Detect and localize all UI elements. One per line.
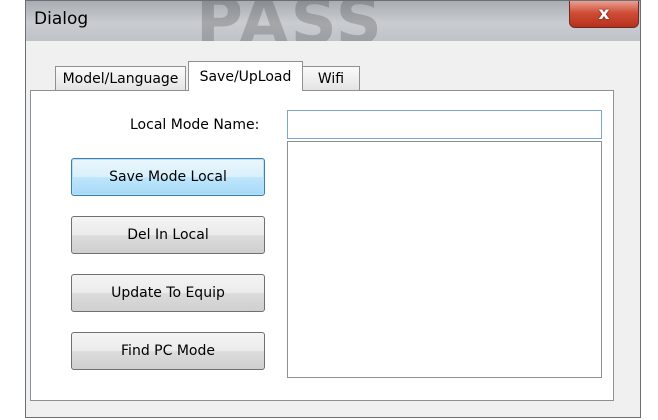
- local-mode-list[interactable]: [287, 141, 602, 378]
- tab-save-upload[interactable]: Save/UpLoad: [188, 61, 303, 91]
- del-in-local-button[interactable]: Del In Local: [71, 216, 265, 254]
- save-mode-local-button[interactable]: Save Mode Local: [71, 158, 265, 196]
- find-pc-mode-label: Find PC Mode: [121, 343, 215, 359]
- save-mode-local-label: Save Mode Local: [109, 169, 227, 185]
- local-mode-name-label: Local Mode Name:: [130, 117, 260, 133]
- title-bar[interactable]: PASS Dialog x: [26, 1, 640, 41]
- close-button[interactable]: x: [569, 1, 639, 28]
- del-in-local-label: Del In Local: [127, 227, 209, 243]
- tab-wifi-label: Wifi: [317, 70, 345, 87]
- tab-model-language-label: Model/Language: [62, 70, 179, 87]
- local-mode-name-input[interactable]: [287, 110, 602, 139]
- window-title: Dialog: [34, 9, 89, 29]
- title-watermark: PASS: [196, 1, 384, 41]
- close-icon: x: [598, 4, 610, 24]
- tab-model-language[interactable]: Model/Language: [55, 66, 186, 90]
- tab-wifi[interactable]: Wifi: [302, 66, 360, 90]
- find-pc-mode-button[interactable]: Find PC Mode: [71, 332, 265, 370]
- update-to-equip-button[interactable]: Update To Equip: [71, 274, 265, 312]
- tab-save-upload-label: Save/UpLoad: [199, 68, 292, 85]
- update-to-equip-label: Update To Equip: [111, 285, 225, 301]
